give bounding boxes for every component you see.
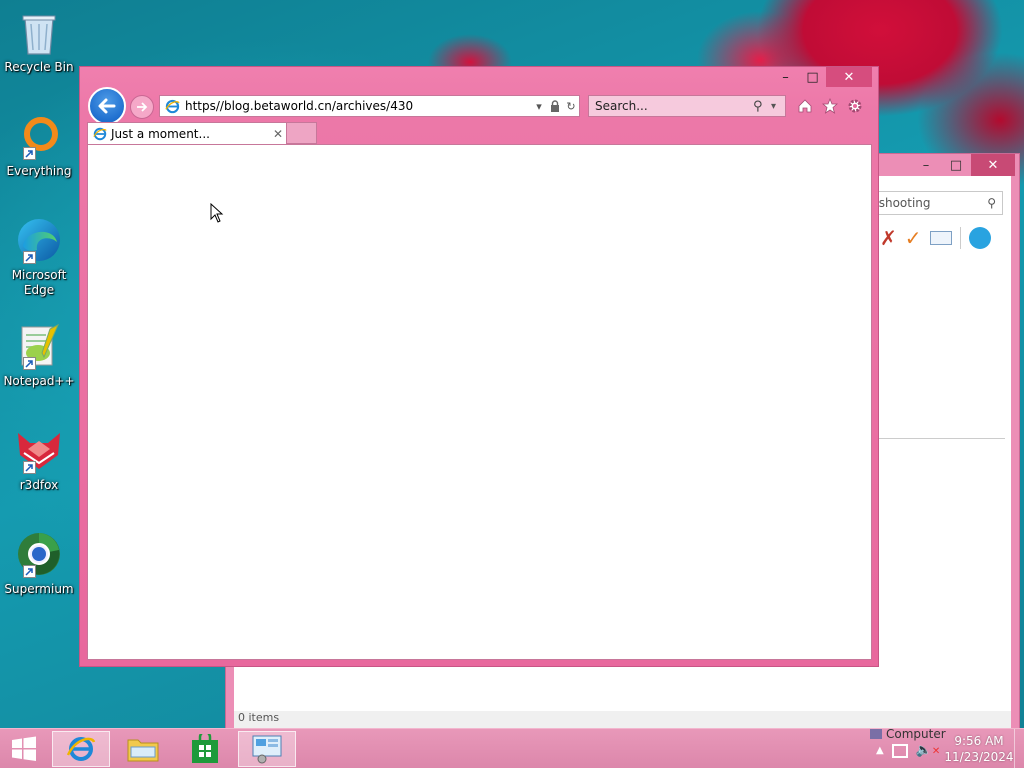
shortcut-arrow-icon (23, 251, 36, 264)
shortcut-arrow-icon (23, 147, 36, 160)
tab-active[interactable]: Just a moment... ✕ (87, 122, 287, 144)
desktop-icon-notepadpp[interactable]: Notepad++ (2, 320, 76, 389)
forward-button[interactable] (130, 95, 154, 119)
supermium-icon (13, 528, 65, 580)
internet-explorer-icon (66, 737, 96, 761)
clock-time: 9:56 AM (954, 734, 1004, 748)
tray-computer-label[interactable]: Computer (870, 727, 946, 741)
shortcut-arrow-icon (23, 565, 36, 578)
recycle-bin-icon (13, 6, 65, 58)
address-bar[interactable]: https//blog.betaworld.cn/archives/430 ▾ … (159, 95, 580, 117)
taskbar: Computer ▲ 🔈✕ 9:56 AM 11/23/2024 (0, 727, 1024, 768)
settings-gear-icon[interactable] (844, 95, 866, 117)
globe-icon[interactable] (968, 227, 991, 249)
volume-muted-icon[interactable]: 🔈✕ (916, 743, 941, 758)
card-icon[interactable] (929, 231, 952, 245)
desktop-icon-label: Everything (6, 164, 72, 178)
minimize-button[interactable]: – (911, 154, 941, 176)
lock-icon[interactable] (547, 96, 563, 116)
desktop-icon-label: Microsoft Edge (11, 268, 67, 297)
back-button[interactable] (88, 87, 126, 125)
checkmark-icon[interactable]: ✓ (905, 226, 922, 250)
minimize-button[interactable]: – (772, 67, 799, 87)
maximize-button[interactable]: □ (799, 67, 826, 87)
desktop-icon-label: Recycle Bin (4, 60, 74, 74)
show-desktop-button[interactable] (1014, 729, 1024, 768)
status-text: 0 items (238, 711, 280, 724)
taskbar-file-explorer[interactable] (114, 731, 172, 767)
maximize-button[interactable]: □ (941, 154, 971, 176)
search-icon[interactable]: ⚲ (753, 99, 771, 114)
shortcut-arrow-icon (23, 461, 36, 474)
tab-close-icon[interactable]: ✕ (270, 127, 286, 141)
store-icon (192, 734, 218, 763)
desktop-icon-label: r3dfox (19, 478, 59, 492)
folder-icon (127, 739, 159, 762)
home-icon[interactable] (794, 95, 816, 117)
forward-arrow-icon (137, 102, 148, 112)
mouse-cursor-icon (210, 202, 224, 226)
tray-label: Computer (886, 727, 946, 741)
url-text[interactable]: https//blog.betaworld.cn/archives/430 (181, 99, 531, 113)
computer-flag-icon (870, 729, 882, 739)
page-content-area[interactable] (87, 144, 872, 660)
taskbar-internet-explorer[interactable] (52, 731, 110, 767)
desktop-icon-supermium[interactable]: Supermium (2, 528, 76, 597)
system-tray: 9:56 AM 11/23/2024 (944, 729, 1024, 768)
clock[interactable]: 9:56 AM 11/23/2024 (944, 733, 1014, 765)
desktop-icon-everything[interactable]: Everything (2, 110, 76, 179)
delete-icon[interactable]: ✗ (880, 226, 897, 250)
favorites-star-icon[interactable] (819, 95, 841, 117)
search-box[interactable]: Search... ⚲ ▾ (588, 95, 786, 117)
desktop-icon-label: Notepad++ (3, 374, 75, 388)
taskbar-store[interactable] (176, 731, 234, 767)
desktop-icon-edge[interactable]: Microsoft Edge (2, 214, 76, 298)
tab-title: Just a moment... (111, 126, 210, 141)
taskbar-control-panel[interactable] (238, 731, 296, 767)
desktop-icon-recycle-bin[interactable]: Recycle Bin (2, 6, 76, 75)
ie-page-icon (163, 97, 181, 115)
internet-explorer-window[interactable]: – □ ✕ https//blog.betaworld.cn/archives/… (79, 66, 879, 667)
background-window-search-input[interactable]: leshooting ⚲ (863, 191, 1003, 215)
tray-icons: ▲ 🔈✕ (876, 743, 940, 758)
desktop-icon-label: Supermium (4, 582, 74, 596)
edge-icon (13, 214, 65, 266)
search-placeholder[interactable]: Search... (589, 99, 753, 113)
search-icon: ⚲ (987, 196, 996, 210)
shortcut-arrow-icon (23, 357, 36, 370)
background-window-caption-buttons: – □ ✕ (911, 154, 1015, 176)
new-tab-button[interactable] (287, 122, 317, 144)
tab-bar: Just a moment... ✕ (87, 122, 317, 144)
background-window-toolbar-icons: ✗ ✓ (880, 226, 991, 250)
dropdown-arrow-icon[interactable]: ▾ (531, 96, 547, 116)
show-hidden-icons-icon[interactable]: ▲ (876, 745, 884, 756)
r3dfox-icon (13, 424, 65, 476)
close-button[interactable]: ✕ (971, 154, 1015, 176)
divider (959, 227, 961, 249)
windows-logo-icon (12, 736, 36, 761)
control-panel-icon (252, 735, 282, 764)
back-arrow-icon (98, 98, 116, 114)
search-dropdown-icon[interactable]: ▾ (771, 101, 785, 112)
clock-date: 11/23/2024 (944, 750, 1014, 764)
notepadpp-icon (13, 320, 65, 372)
window-caption-buttons: – □ ✕ (772, 67, 872, 87)
desktop-icon-r3dfox[interactable]: r3dfox (2, 424, 76, 493)
everything-search-icon (13, 110, 65, 162)
refresh-icon[interactable]: ↻ (563, 96, 579, 116)
close-button[interactable]: ✕ (826, 67, 872, 87)
network-icon[interactable] (891, 743, 908, 758)
start-button[interactable] (0, 731, 48, 767)
ie-tab-icon (93, 127, 107, 140)
